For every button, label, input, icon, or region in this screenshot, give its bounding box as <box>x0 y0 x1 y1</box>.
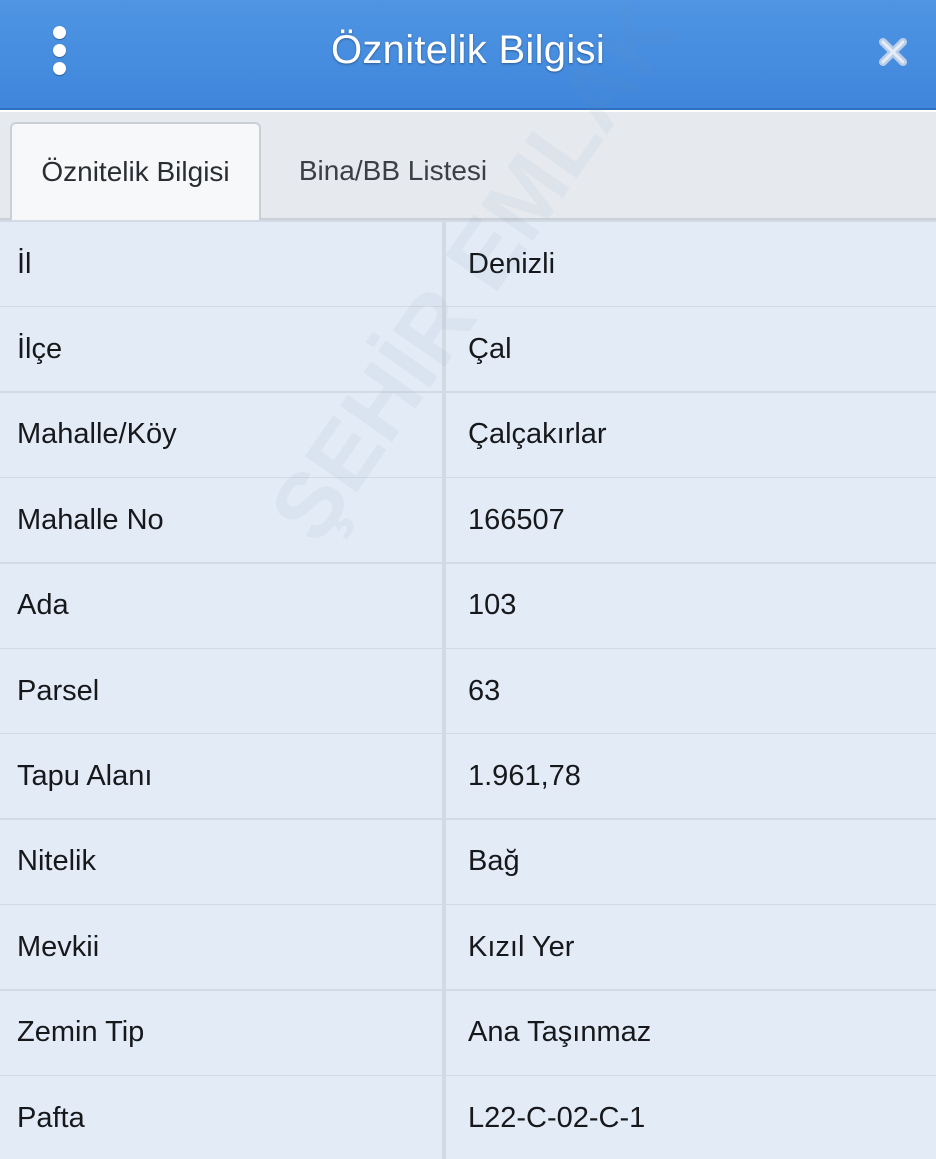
panel-header: Öznitelik Bilgisi <box>0 0 936 110</box>
attribute-value: 63 <box>446 649 936 733</box>
table-row: Mahalle No 166507 <box>0 478 936 563</box>
tab-building-list[interactable]: Bina/BB Listesi <box>262 122 524 220</box>
table-row: Mevkii Kızıl Yer <box>0 905 936 990</box>
tab-bar: Öznitelik Bilgisi Bina/BB Listesi <box>0 112 936 222</box>
attribute-key: Pafta <box>0 1076 442 1159</box>
attribute-value: Bağ <box>446 819 936 904</box>
attribute-table: İl Denizli İlçe Çal Mahalle/Köy Çalçakırlar Ma… <box>0 220 936 1159</box>
attribute-key: İlçe <box>0 307 442 392</box>
attribute-key: Mevkii <box>0 905 442 990</box>
attribute-key: İl <box>0 222 442 306</box>
attribute-key: Tapu Alanı <box>0 734 442 819</box>
attribute-value: 166507 <box>446 478 936 563</box>
attribute-key: Parsel <box>0 649 442 733</box>
table-row: İlçe Çal <box>0 307 936 392</box>
attribute-value: Çal <box>446 307 936 392</box>
attribute-value: Kızıl Yer <box>446 905 936 990</box>
table-row: Pafta L22-C-02-C-1 <box>0 1076 936 1159</box>
table-row: İl Denizli <box>0 222 936 306</box>
attribute-value: 103 <box>446 563 936 648</box>
table-row: Nitelik Bağ <box>0 819 936 904</box>
table-row: Ada 103 <box>0 563 936 648</box>
attribute-info-panel: Öznitelik Bilgisi Öznitelik Bilgisi Bina… <box>0 0 936 1159</box>
table-row: Zemin Tip Ana Taşınmaz <box>0 990 936 1075</box>
close-icon[interactable] <box>868 30 918 74</box>
attribute-value: Ana Taşınmaz <box>446 990 936 1075</box>
attribute-key: Mahalle/Köy <box>0 392 442 477</box>
attribute-value: Denizli <box>446 222 936 306</box>
attribute-value: Çalçakırlar <box>446 392 936 477</box>
attribute-value: L22-C-02-C-1 <box>446 1076 936 1159</box>
table-row: Tapu Alanı 1.961,78 <box>0 734 936 819</box>
attribute-key: Zemin Tip <box>0 990 442 1075</box>
table-row: Mahalle/Köy Çalçakırlar <box>0 392 936 477</box>
attribute-value: 1.961,78 <box>446 734 936 819</box>
attribute-key: Nitelik <box>0 819 442 904</box>
table-row: Parsel 63 <box>0 649 936 733</box>
attribute-key: Mahalle No <box>0 478 442 563</box>
panel-title: Öznitelik Bilgisi <box>330 27 606 72</box>
attribute-key: Ada <box>0 563 442 648</box>
tab-attribute-info[interactable]: Öznitelik Bilgisi <box>10 122 261 222</box>
